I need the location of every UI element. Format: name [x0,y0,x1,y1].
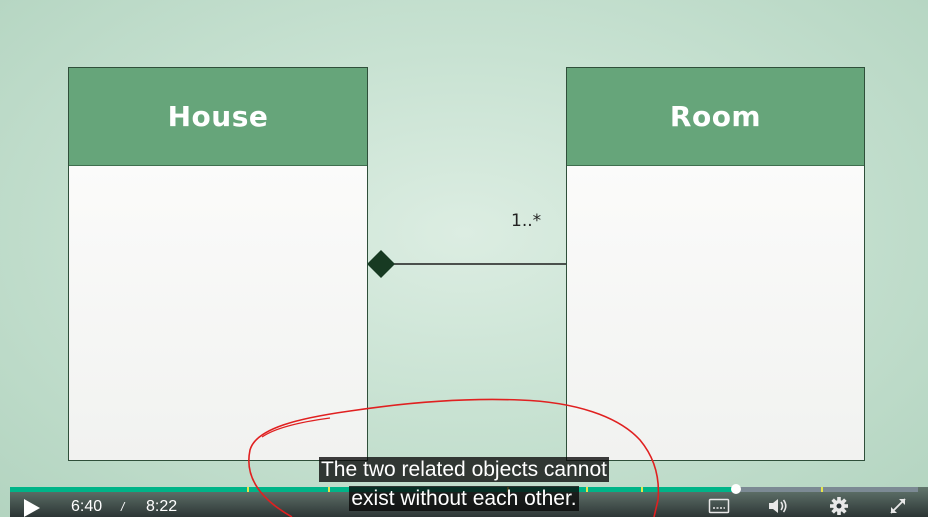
room-class-body [567,166,864,460]
caption-line-2: exist without each other. [349,486,579,511]
room-class-title: Room [669,100,762,133]
house-class-body [69,166,367,460]
house-class-title: House [167,100,269,133]
house-class-header: House [69,68,367,166]
caption-area: The two related objects cannot [0,457,928,482]
house-class-box: House [68,67,368,461]
room-class-header: Room [567,68,864,166]
multiplicity-label: 1..* [511,211,542,231]
room-class-box: Room [566,67,865,461]
composition-diamond-icon [367,250,395,278]
caption-line-1: The two related objects cannot [318,457,609,482]
caption-area-2: exist without each other. [0,486,928,511]
video-player[interactable]: House Room 1..* 6:40 / 8:22 The two rela… [0,0,928,517]
